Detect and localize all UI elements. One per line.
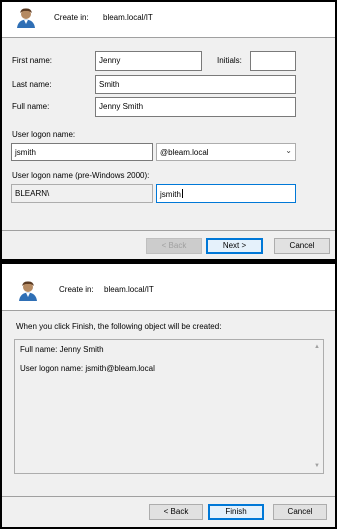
footer-divider	[2, 230, 335, 231]
create-in-label: Create in:	[59, 285, 94, 294]
summary-box[interactable]: Full name: Jenny Smith User logon name: …	[14, 339, 324, 474]
next-button[interactable]: Next >	[206, 238, 263, 254]
header-divider	[2, 310, 335, 311]
initials-input[interactable]	[250, 51, 296, 71]
chevron-down-icon: ⌄	[285, 146, 292, 155]
user-icon	[19, 281, 37, 301]
finish-button[interactable]: Finish	[208, 504, 264, 520]
new-user-wizard-step1: Create in: bleam.local/IT First name: Je…	[2, 2, 335, 259]
summary-logon-name: User logon name: jsmith@bleam.local	[20, 364, 155, 373]
domain-suffix-value: @bleam.local	[160, 148, 209, 157]
wizard-header	[2, 2, 335, 37]
create-in-value: bleam.local/IT	[103, 13, 153, 22]
create-in-label: Create in:	[54, 13, 89, 22]
last-name-label: Last name:	[12, 80, 52, 89]
cancel-button[interactable]: Cancel	[273, 504, 327, 520]
logon-name-input[interactable]: jsmith	[11, 143, 153, 161]
first-name-input[interactable]: Jenny	[95, 51, 202, 71]
header-divider	[2, 37, 335, 38]
domain-suffix-select[interactable]: @bleam.local ⌄	[156, 143, 296, 161]
first-name-label: First name:	[12, 56, 53, 65]
full-name-input[interactable]: Jenny Smith	[95, 97, 296, 117]
initials-label: Initials:	[217, 56, 242, 65]
last-name-input[interactable]: Smith	[95, 75, 296, 94]
wizard-header	[2, 264, 335, 310]
scroll-up-icon[interactable]: ▲	[313, 343, 321, 351]
back-button[interactable]: < Back	[149, 504, 203, 520]
logon-name-label: User logon name:	[12, 130, 76, 139]
pre2000-label: User logon name (pre-Windows 2000):	[12, 171, 150, 180]
pre2000-domain-field: BLEARN\	[11, 184, 153, 203]
pre2000-logon-input[interactable]: jsmith	[156, 184, 296, 203]
full-name-label: Full name:	[12, 102, 50, 111]
back-button[interactable]: < Back	[146, 238, 202, 254]
pre2000-logon-value: jsmith	[160, 190, 181, 199]
scroll-down-icon[interactable]: ▼	[313, 462, 321, 470]
cancel-button[interactable]: Cancel	[274, 238, 330, 254]
finish-intro-text: When you click Finish, the following obj…	[16, 322, 222, 331]
text-cursor	[181, 189, 183, 198]
create-in-value: bleam.local/IT	[104, 285, 154, 294]
user-icon	[17, 8, 35, 28]
footer-divider	[2, 496, 335, 497]
new-user-wizard-step2: Create in: bleam.local/IT When you click…	[2, 264, 335, 527]
summary-full-name: Full name: Jenny Smith	[20, 345, 104, 354]
summary-scrollbar[interactable]: ▲ ▼	[312, 341, 322, 472]
